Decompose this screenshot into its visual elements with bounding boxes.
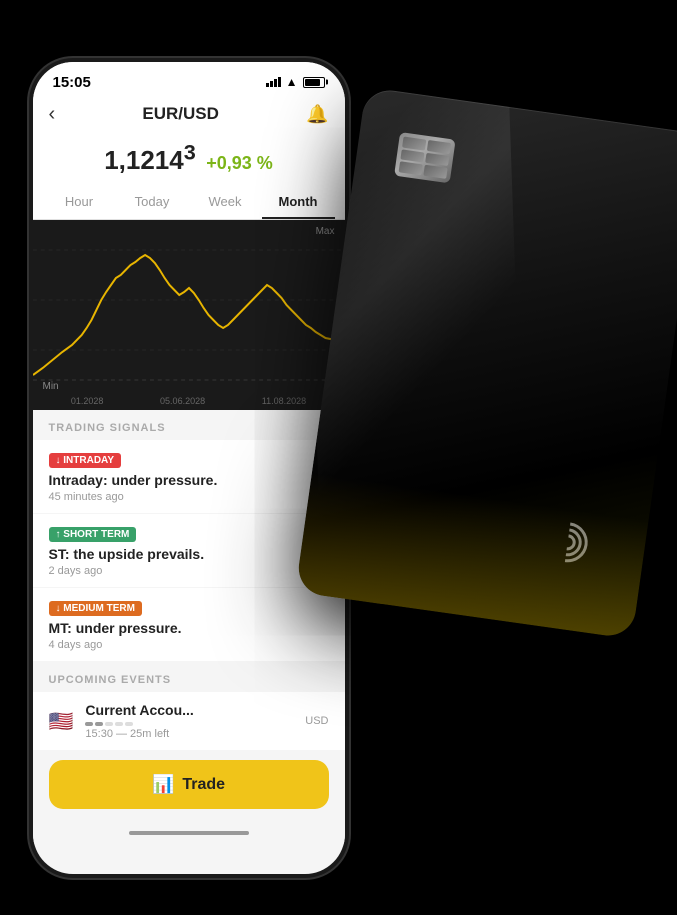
- app-header: ‹ EUR/USD 🔔: [33, 97, 345, 136]
- chip-segment-2: [426, 139, 450, 153]
- chart-max-label: Max: [316, 226, 335, 237]
- chip-segment-5: [398, 161, 422, 175]
- status-bar: 15:05 ▲: [33, 62, 345, 97]
- signal-time-medium-term: 4 days ago: [49, 639, 329, 651]
- tab-month[interactable]: Month: [262, 186, 335, 219]
- battery-icon: [303, 77, 325, 88]
- signal-time-intraday: 45 minutes ago: [49, 491, 329, 503]
- chart-min-label: Min: [43, 381, 59, 392]
- upcoming-events-title: UPCOMING EVENTS: [33, 662, 345, 692]
- event-flag: 🇺🇸: [49, 709, 74, 734]
- progress-seg-5: [125, 722, 133, 726]
- card-chip: [394, 131, 456, 182]
- chart-dates: 01.2028 05.06.2028 11.08.2028: [33, 396, 345, 406]
- signal-text-medium-term: MT: under pressure.: [49, 620, 329, 636]
- tab-hour[interactable]: Hour: [43, 186, 116, 219]
- trade-button-label: Trade: [182, 776, 225, 794]
- progress-seg-1: [85, 722, 93, 726]
- price-row: 1,12143 +0,93 %: [33, 136, 345, 187]
- time-tabs: Hour Today Week Month: [33, 186, 345, 220]
- chip-segment-4: [425, 152, 449, 166]
- signal-item-intraday: ↓ INTRADAY Intraday: under pressure. 45 …: [33, 440, 345, 513]
- wifi-icon: ▲: [286, 75, 298, 89]
- badge-intraday: ↓ INTRADAY: [49, 453, 122, 468]
- credit-card: [295, 86, 677, 638]
- progress-seg-3: [105, 722, 113, 726]
- tab-today[interactable]: Today: [116, 186, 189, 219]
- back-button[interactable]: ‹: [49, 103, 56, 126]
- home-indicator: [33, 825, 345, 845]
- trade-bar: 📊 Trade: [33, 750, 345, 825]
- price-change: +0,93 %: [206, 153, 273, 173]
- price-chart: Max Min 01.2028 05.06.2028 11.08.2028: [33, 220, 345, 410]
- currency-pair-title: EUR/USD: [142, 104, 219, 124]
- chip-segment-3: [400, 149, 424, 163]
- event-info: Current Accou... 15:30 — 25m left: [85, 702, 293, 740]
- progress-seg-4: [115, 722, 123, 726]
- signal-item-short-term: ↑ SHORT TERM ST: the upside prevails. 2 …: [33, 514, 345, 587]
- event-time: 15:30 — 25m left: [85, 728, 293, 740]
- chip-segment-1: [402, 136, 426, 150]
- signal-text-intraday: Intraday: under pressure.: [49, 472, 329, 488]
- tab-week[interactable]: Week: [189, 186, 262, 219]
- chip-segment-6: [423, 165, 447, 179]
- event-item-current-account: 🇺🇸 Current Accou... 15:30 — 25m left USD: [33, 692, 345, 750]
- trade-icon: 📊: [152, 774, 174, 795]
- status-icons: ▲: [266, 75, 325, 89]
- chart-svg: [33, 220, 345, 410]
- notification-button[interactable]: 🔔: [306, 104, 328, 125]
- chart-date-1: 01.2028: [71, 396, 104, 406]
- home-bar: [129, 831, 249, 835]
- signal-item-medium-term: ↓ MEDIUM TERM MT: under pressure. 4 days…: [33, 588, 345, 661]
- event-currency: USD: [305, 715, 328, 727]
- chart-date-3: 11.08.2028: [262, 396, 306, 406]
- signal-text-short-term: ST: the upside prevails.: [49, 546, 329, 562]
- trading-signals-title: TRADING SIGNALS: [33, 410, 345, 440]
- event-name: Current Accou...: [85, 702, 293, 718]
- signal-time-short-term: 2 days ago: [49, 565, 329, 577]
- phone-frame: 15:05 ▲ ‹ EUR/USD 🔔 1,121: [29, 58, 349, 878]
- badge-short-term: ↑ SHORT TERM: [49, 527, 137, 542]
- trade-button[interactable]: 📊 Trade: [49, 760, 329, 809]
- event-progress-bar: [85, 722, 293, 726]
- price-value: 1,12143: [104, 145, 196, 175]
- signal-icon: [266, 77, 281, 87]
- progress-seg-2: [95, 722, 103, 726]
- badge-medium-term: ↓ MEDIUM TERM: [49, 601, 142, 616]
- chart-date-2: 05.06.2028: [160, 396, 205, 406]
- status-time: 15:05: [53, 74, 91, 91]
